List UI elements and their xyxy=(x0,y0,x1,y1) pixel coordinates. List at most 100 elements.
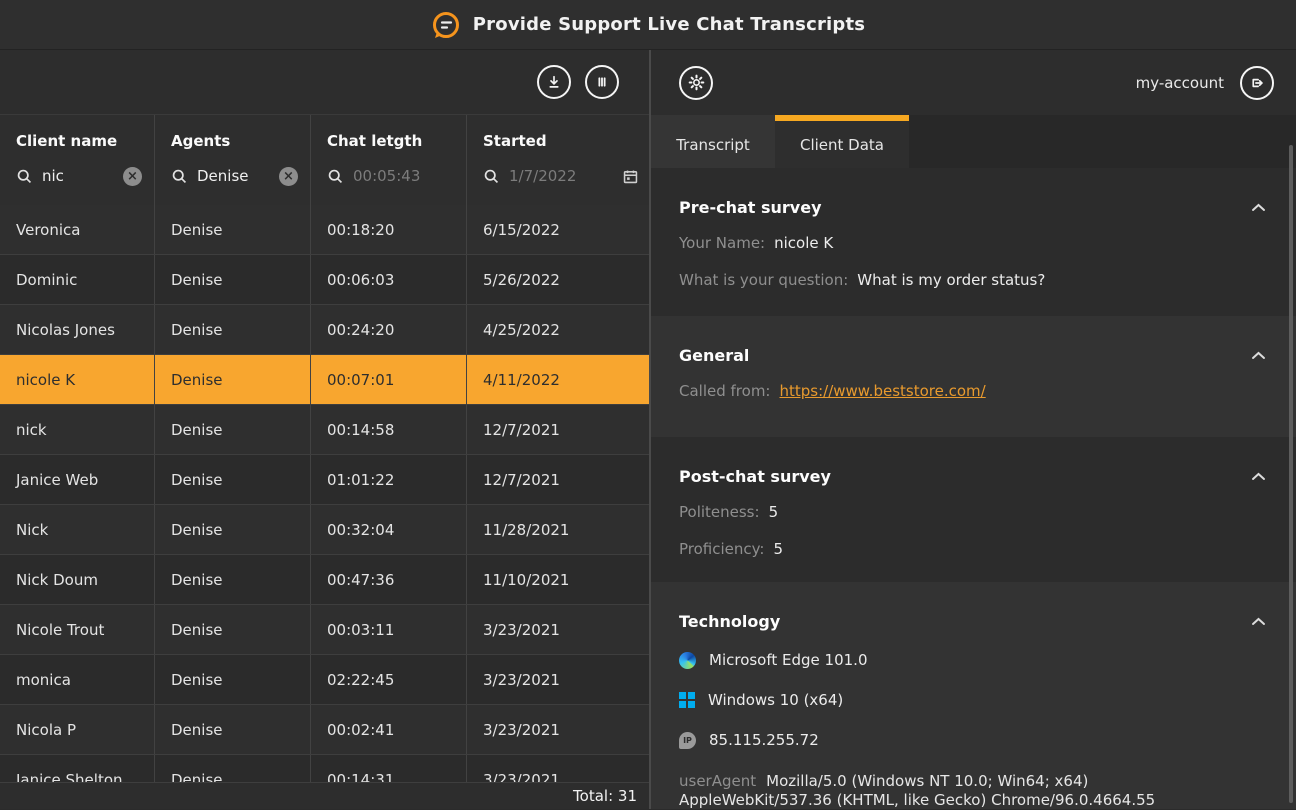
section-post-chat-survey: Post-chat survey Politeness:5 Proficienc… xyxy=(651,437,1296,582)
table-row[interactable]: Janice Web Denise 01:01:22 12/7/2021 xyxy=(0,455,649,505)
cell-agent[interactable]: Denise xyxy=(155,705,311,754)
field-question: What is your question:What is my order s… xyxy=(679,269,1266,291)
cell-client-name[interactable]: Veronica xyxy=(0,205,155,254)
cell-agent[interactable]: Denise xyxy=(155,255,311,304)
search-icon xyxy=(171,168,188,185)
collapse-chevron-icon[interactable] xyxy=(1251,351,1266,360)
table-row[interactable]: Nicole Trout Denise 00:03:11 3/23/2021 xyxy=(0,605,649,655)
settings-gear-button[interactable] xyxy=(679,66,713,100)
table-row[interactable]: nick Denise 00:14:58 12/7/2021 xyxy=(0,405,649,455)
columns-filter-button[interactable] xyxy=(585,65,619,99)
section-title: Pre-chat survey xyxy=(679,198,822,217)
cell-started[interactable]: 12/7/2021 xyxy=(467,455,649,504)
cell-chat-length[interactable]: 02:22:45 xyxy=(311,655,467,704)
cell-started[interactable]: 4/25/2022 xyxy=(467,305,649,354)
section-title: General xyxy=(679,346,749,365)
total-count: Total: 31 xyxy=(573,787,637,805)
cell-started[interactable]: 11/28/2021 xyxy=(467,505,649,554)
calendar-icon[interactable] xyxy=(622,168,639,185)
section-technology: Technology Microsoft Edge 101.0 Windows … xyxy=(651,582,1296,809)
cell-agent[interactable]: Denise xyxy=(155,505,311,554)
account-name[interactable]: my-account xyxy=(1136,74,1224,92)
ip-info: IP 85.115.255.72 xyxy=(679,729,1266,751)
cell-client-name[interactable]: nick xyxy=(0,405,155,454)
cell-chat-length[interactable]: 00:47:36 xyxy=(311,555,467,604)
download-button[interactable] xyxy=(537,65,571,99)
tab-client-data[interactable]: Client Data xyxy=(775,115,909,168)
cell-started[interactable]: 5/26/2022 xyxy=(467,255,649,304)
cell-agent[interactable]: Denise xyxy=(155,455,311,504)
cell-chat-length[interactable]: 00:03:11 xyxy=(311,605,467,654)
cell-client-name[interactable]: monica xyxy=(0,655,155,704)
table-row[interactable]: Dominic Denise 00:06:03 5/26/2022 xyxy=(0,255,649,305)
cell-client-name[interactable]: Nick Doum xyxy=(0,555,155,604)
cell-client-name[interactable]: nicole K xyxy=(0,355,155,404)
column-header-label: Chat letgth xyxy=(327,131,454,151)
field-your-name: Your Name:nicole K xyxy=(679,232,1266,254)
table-row[interactable]: nicole K Denise 00:07:01 4/11/2022 xyxy=(0,355,649,405)
search-icon xyxy=(483,168,500,185)
cell-agent[interactable]: Denise xyxy=(155,655,311,704)
cell-agent[interactable]: Denise xyxy=(155,355,311,404)
table-row[interactable]: Nicola P Denise 00:02:41 3/23/2021 xyxy=(0,705,649,755)
table-row[interactable]: Nick Denise 00:32:04 11/28/2021 xyxy=(0,505,649,555)
clear-filter-icon[interactable]: × xyxy=(279,167,298,186)
field-politeness: Politeness:5 xyxy=(679,501,1266,523)
column-agents: Agents × xyxy=(155,115,311,205)
cell-agent[interactable]: Denise xyxy=(155,605,311,654)
column-header-label: Started xyxy=(483,131,639,151)
column-started: Started xyxy=(467,115,651,205)
table-row[interactable]: Nick Doum Denise 00:47:36 11/10/2021 xyxy=(0,555,649,605)
agents-filter-input[interactable] xyxy=(197,167,270,185)
cell-chat-length[interactable]: 00:07:01 xyxy=(311,355,467,404)
details-toolbar: my-account xyxy=(651,50,1296,115)
total-bar: Total: 31 xyxy=(0,782,649,809)
cell-client-name[interactable]: Nicole Trout xyxy=(0,605,155,654)
cell-started[interactable]: 6/15/2022 xyxy=(467,205,649,254)
table-row[interactable]: monica Denise 02:22:45 3/23/2021 xyxy=(0,655,649,705)
cell-client-name[interactable]: Nicola P xyxy=(0,705,155,754)
cell-chat-length[interactable]: 00:02:41 xyxy=(311,705,467,754)
cell-chat-length[interactable]: 01:01:22 xyxy=(311,455,467,504)
cell-client-name[interactable]: Dominic xyxy=(0,255,155,304)
section-general: General Called from:https://www.beststor… xyxy=(651,316,1296,437)
edge-browser-icon xyxy=(679,652,696,669)
cell-agent[interactable]: Denise xyxy=(155,205,311,254)
cell-chat-length[interactable]: 00:24:20 xyxy=(311,305,467,354)
collapse-chevron-icon[interactable] xyxy=(1251,617,1266,626)
client-name-filter-input[interactable] xyxy=(42,167,114,185)
collapse-chevron-icon[interactable] xyxy=(1251,203,1266,212)
cell-agent[interactable]: Denise xyxy=(155,555,311,604)
cell-started[interactable]: 3/23/2021 xyxy=(467,655,649,704)
cell-started[interactable]: 3/23/2021 xyxy=(467,605,649,654)
cell-chat-length[interactable]: 00:32:04 xyxy=(311,505,467,554)
cell-chat-length[interactable]: 00:06:03 xyxy=(311,255,467,304)
logout-button[interactable] xyxy=(1240,66,1274,100)
cell-chat-length[interactable]: 00:14:58 xyxy=(311,405,467,454)
cell-agent[interactable]: Denise xyxy=(155,305,311,354)
cell-started[interactable]: 4/11/2022 xyxy=(467,355,649,404)
ip-address-icon: IP xyxy=(679,732,696,749)
details-panel: my-account Transcript Client Data Pre-ch… xyxy=(651,50,1296,809)
cell-started[interactable]: 3/23/2021 xyxy=(467,705,649,754)
cell-client-name[interactable]: Nicolas Jones xyxy=(0,305,155,354)
collapse-chevron-icon[interactable] xyxy=(1251,472,1266,481)
vertical-scrollbar[interactable] xyxy=(1289,145,1293,803)
table-row[interactable]: Nicolas Jones Denise 00:24:20 4/25/2022 xyxy=(0,305,649,355)
cell-client-name[interactable]: Nick xyxy=(0,505,155,554)
cell-client-name[interactable]: Janice Web xyxy=(0,455,155,504)
cell-started[interactable]: 11/10/2021 xyxy=(467,555,649,604)
started-date-filter-input[interactable] xyxy=(509,167,613,185)
page-title: Provide Support Live Chat Transcripts xyxy=(473,14,865,35)
table-row[interactable]: Veronica Denise 00:18:20 6/15/2022 xyxy=(0,205,649,255)
section-title: Technology xyxy=(679,612,780,631)
chat-length-filter-input[interactable] xyxy=(353,167,454,185)
cell-started[interactable]: 12/7/2021 xyxy=(467,405,649,454)
tab-transcript[interactable]: Transcript xyxy=(651,115,775,168)
os-info: Windows 10 (x64) xyxy=(679,689,1266,711)
clear-filter-icon[interactable]: × xyxy=(123,167,142,186)
section-pre-chat-survey: Pre-chat survey Your Name:nicole K What … xyxy=(651,168,1296,316)
cell-chat-length[interactable]: 00:18:20 xyxy=(311,205,467,254)
called-from-link[interactable]: https://www.beststore.com/ xyxy=(779,382,985,400)
cell-agent[interactable]: Denise xyxy=(155,405,311,454)
